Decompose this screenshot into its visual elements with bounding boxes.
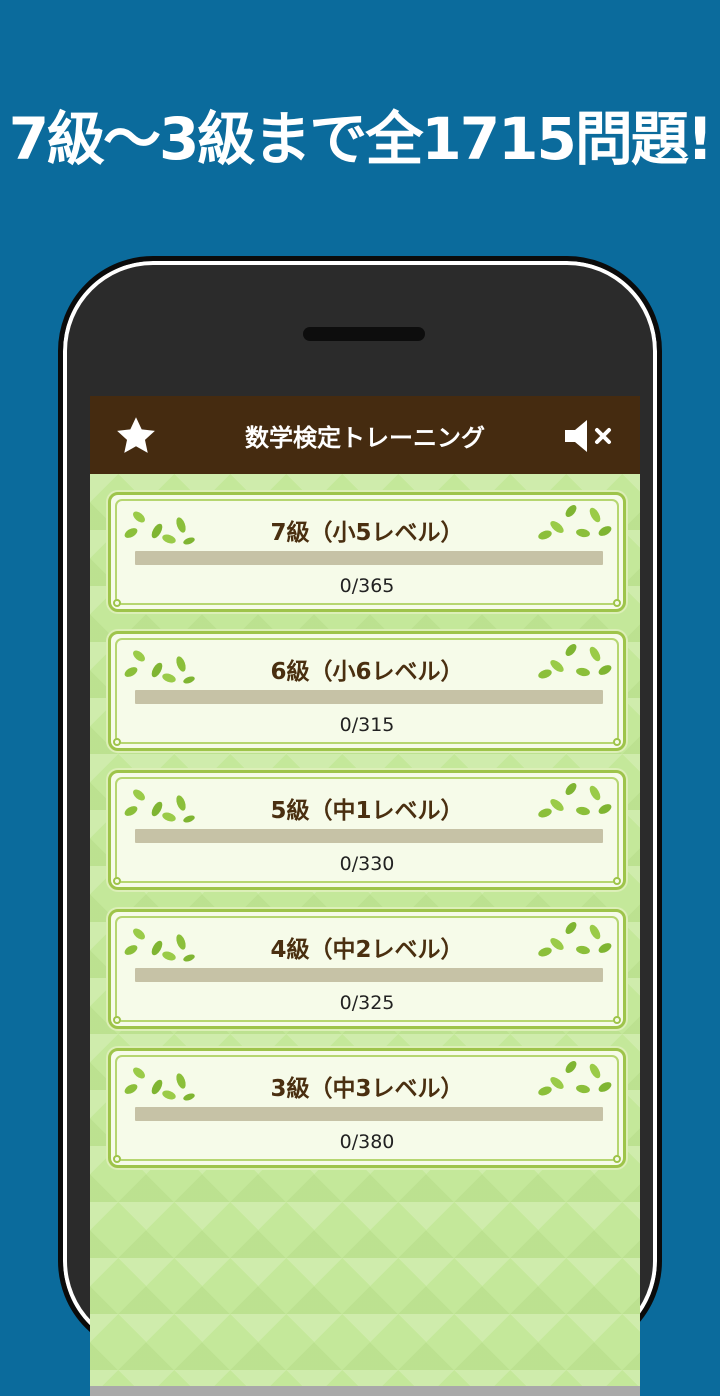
- level-card[interactable]: 5級（中1レベル） 0/330: [108, 770, 626, 890]
- level-title: 7級（小5レベル）: [270, 520, 464, 546]
- progress-count: 0/365: [339, 575, 395, 597]
- level-title: 6級（小6レベル）: [270, 659, 464, 685]
- phone-frame: 数学検定トレーニング 7級（小5レベル） 0/365 6級（小6レベル） 0/3…: [58, 256, 662, 1396]
- corner-ornament: [113, 599, 121, 607]
- corner-ornament: [113, 738, 121, 746]
- corner-ornament: [613, 599, 621, 607]
- corner-ornament: [613, 1155, 621, 1163]
- corner-ornament: [113, 1016, 121, 1024]
- phone-speaker: [303, 327, 425, 341]
- progress-bar: [135, 1107, 603, 1121]
- level-card[interactable]: 4級（中2レベル） 0/325: [108, 909, 626, 1029]
- progress-bar: [135, 551, 603, 565]
- progress-count: 0/325: [339, 992, 395, 1014]
- progress-count: 0/380: [339, 1131, 395, 1153]
- level-title: 4級（中2レベル）: [270, 937, 464, 963]
- level-card[interactable]: 3級（中3レベル） 0/380: [108, 1048, 626, 1168]
- progress-count: 0/330: [339, 853, 395, 875]
- bottom-edge: [90, 1386, 640, 1396]
- progress-bar: [135, 829, 603, 843]
- level-card[interactable]: 6級（小6レベル） 0/315: [108, 631, 626, 751]
- corner-ornament: [613, 738, 621, 746]
- promo-headline: 7級〜3級まで全1715問題!: [8, 105, 714, 173]
- corner-ornament: [613, 877, 621, 885]
- level-title: 3級（中3レベル）: [270, 1076, 464, 1102]
- level-list: 7級（小5レベル） 0/365 6級（小6レベル） 0/315 5級（中1レベル…: [90, 396, 640, 1396]
- progress-bar: [135, 690, 603, 704]
- level-title: 5級（中1レベル）: [270, 798, 464, 824]
- corner-ornament: [613, 1016, 621, 1024]
- app-screen: 数学検定トレーニング 7級（小5レベル） 0/365 6級（小6レベル） 0/3…: [90, 396, 640, 1396]
- progress-bar: [135, 968, 603, 982]
- corner-ornament: [113, 1155, 121, 1163]
- level-card[interactable]: 7級（小5レベル） 0/365: [108, 492, 626, 612]
- corner-ornament: [113, 877, 121, 885]
- progress-count: 0/315: [339, 714, 395, 736]
